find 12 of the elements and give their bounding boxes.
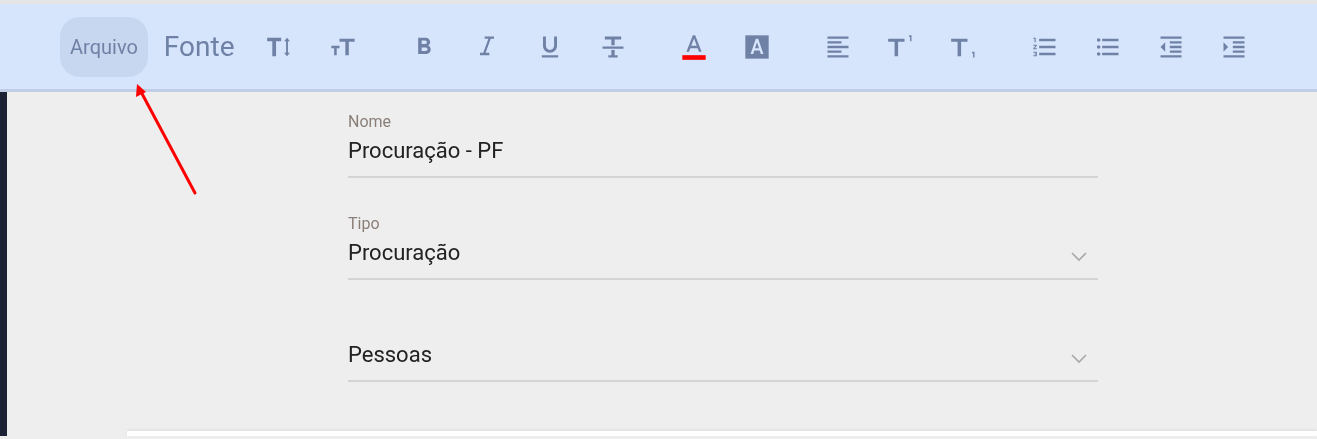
dropdown-field[interactable]: Tipo Procuração bbox=[348, 178, 1098, 280]
text-color-icon[interactable] bbox=[680, 32, 708, 61]
field-label: Tipo bbox=[348, 214, 380, 234]
input-field[interactable]: Nome Procuração - PF bbox=[348, 76, 1098, 178]
field-value: Procuração - PF bbox=[348, 137, 504, 165]
field-value: Pessoas bbox=[348, 341, 432, 369]
chevron-down-icon[interactable] bbox=[1071, 354, 1087, 364]
field-value: Procuração bbox=[348, 239, 461, 267]
highlight-icon[interactable] bbox=[743, 32, 771, 61]
field-label: Nome bbox=[348, 112, 392, 132]
dropdown-field[interactable]: Pessoas bbox=[348, 280, 1098, 382]
chevron-down-icon[interactable] bbox=[1071, 252, 1087, 262]
